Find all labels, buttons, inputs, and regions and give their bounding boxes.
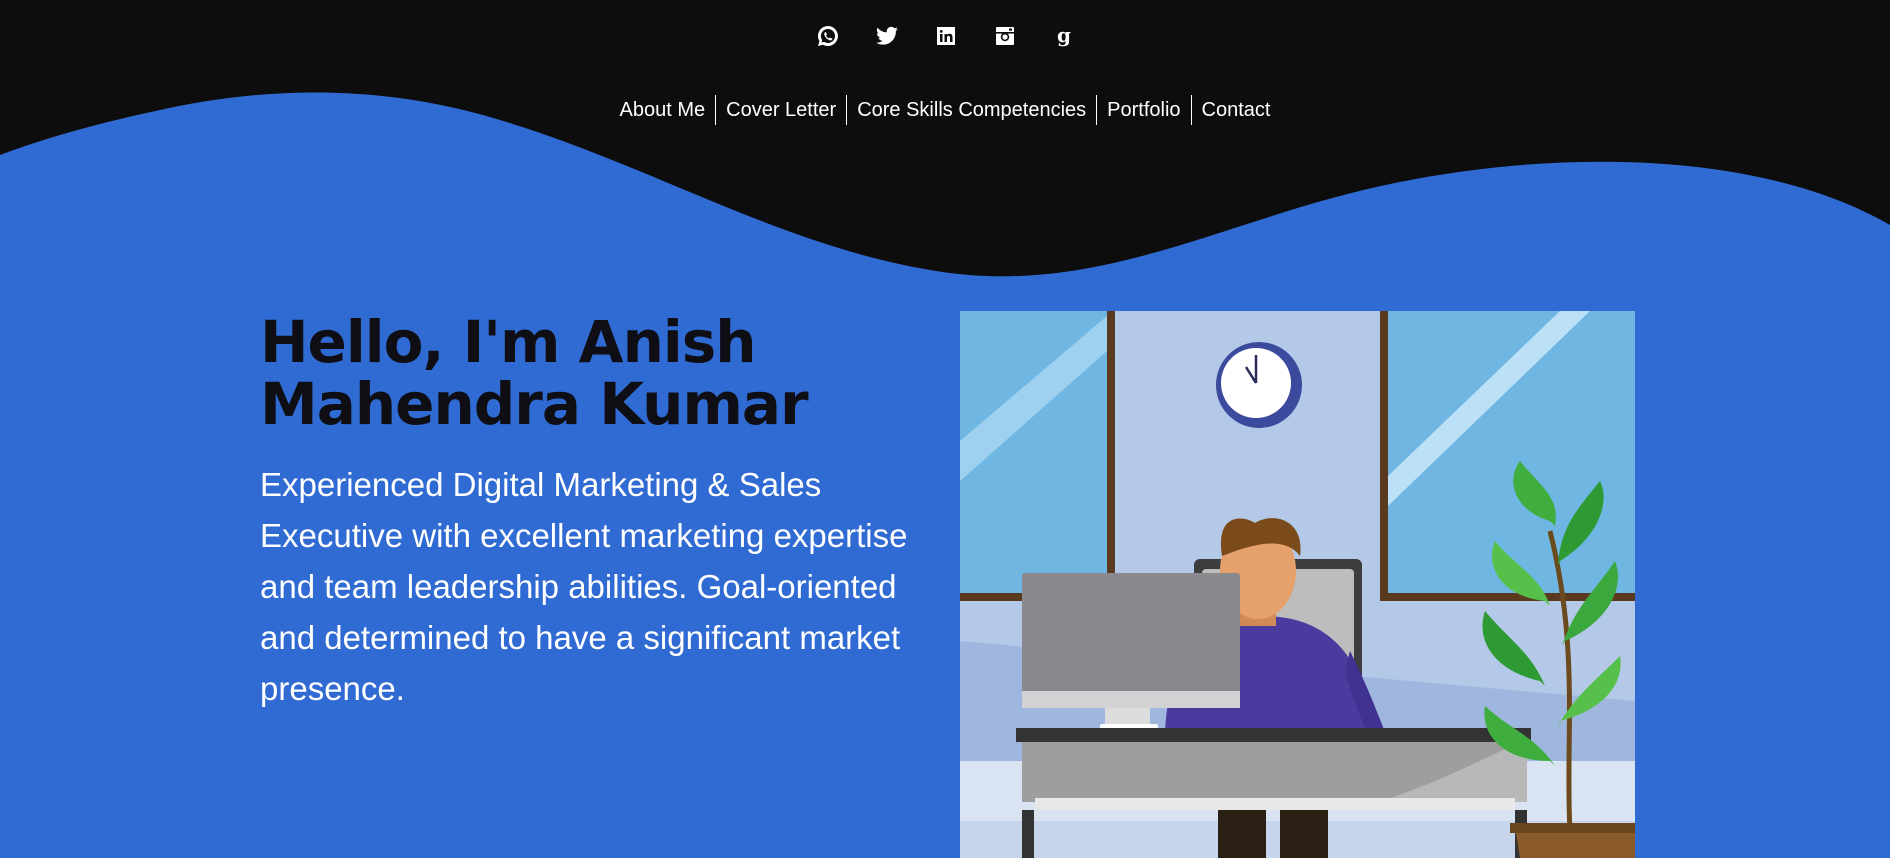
wall-clock [1216, 342, 1302, 428]
google-icon: g [1057, 24, 1071, 47]
hero-title-line-1: Hello, I'm Anish [260, 308, 757, 376]
instagram-icon [996, 27, 1014, 45]
instagram-link[interactable] [993, 24, 1015, 52]
nav-item-about-me[interactable]: About Me [610, 95, 716, 125]
nav-item-core-skills[interactable]: Core Skills Competencies [846, 95, 1096, 125]
google-link[interactable]: g [1052, 24, 1074, 52]
linkedin-icon [937, 27, 955, 45]
computer-monitor [1022, 573, 1240, 730]
twitter-icon [876, 26, 898, 45]
hero-section: Hello, I'm Anish Mahendra Kumar Experien… [260, 305, 940, 714]
linkedin-link[interactable] [934, 24, 956, 52]
main-navigation: About Me Cover Letter Core Skills Compet… [0, 95, 1890, 125]
hero-title: Hello, I'm Anish Mahendra Kumar [260, 311, 940, 435]
hero-description: Experienced Digital Marketing & Sales Ex… [260, 466, 908, 707]
nav-item-cover-letter[interactable]: Cover Letter [715, 95, 846, 125]
nav-item-portfolio[interactable]: Portfolio [1096, 95, 1190, 125]
svg-text:g: g [1057, 24, 1071, 47]
whatsapp-link[interactable] [816, 24, 838, 52]
left-window [960, 311, 1115, 601]
whatsapp-icon [818, 26, 838, 46]
office-illustration [960, 311, 1635, 858]
hero-title-line-2: Mahendra Kumar [260, 370, 809, 438]
twitter-link[interactable] [875, 24, 898, 52]
nav-item-contact[interactable]: Contact [1190, 95, 1281, 125]
social-links: g [0, 24, 1890, 52]
